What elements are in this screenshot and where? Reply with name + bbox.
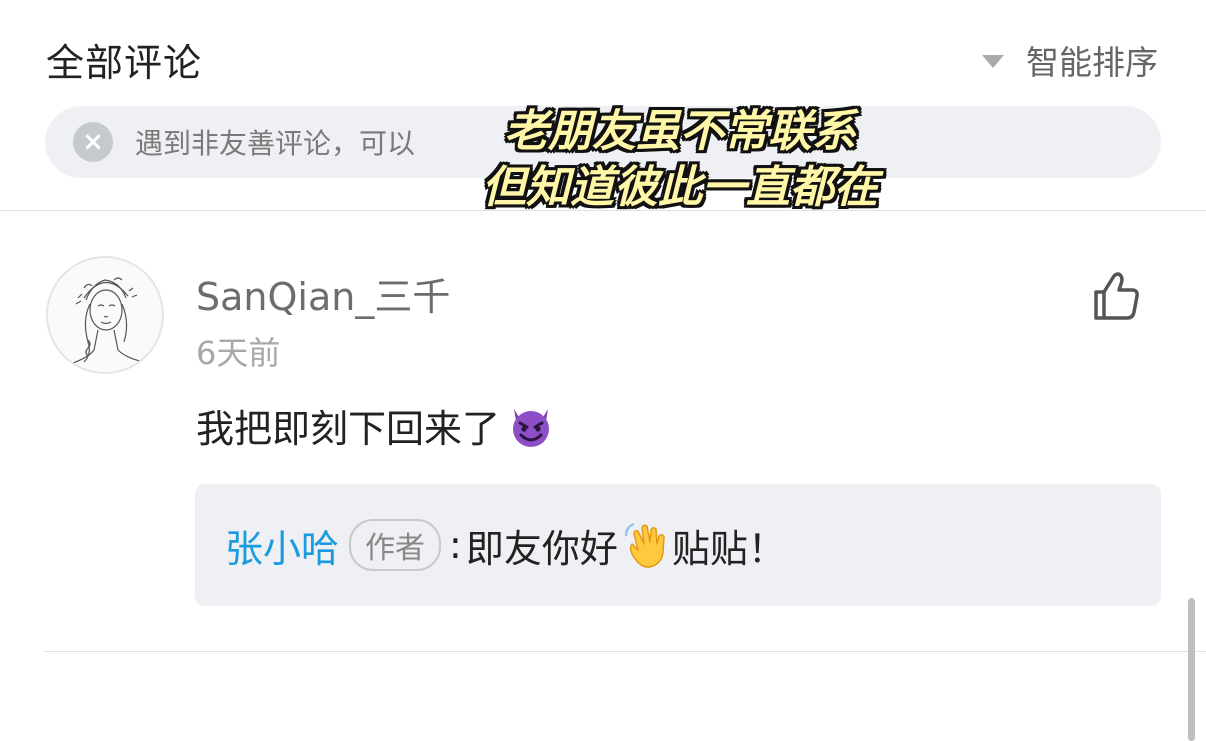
avatar[interactable] xyxy=(46,256,164,374)
waving-hand-icon xyxy=(624,523,665,568)
sort-label: 智能排序 xyxy=(1026,43,1158,82)
reply-text: 即友你好 xyxy=(465,526,618,571)
avatar-sketch-icon xyxy=(69,277,145,365)
comment-time: 6天前 xyxy=(196,334,281,372)
comments-title: 全部评论 xyxy=(46,41,203,85)
divider xyxy=(44,651,1206,652)
author-badge: 作者 xyxy=(349,519,442,571)
reply-colon: : xyxy=(449,523,462,567)
scrollbar[interactable] xyxy=(1188,598,1195,741)
unfriendly-comment-notice: × 遇到非友善评论，可以 xyxy=(45,106,1161,178)
reply-author-name[interactable]: 张小哈 xyxy=(225,518,339,573)
comments-page: 全部评论 智能排序 × 遇到非友善评论，可以 老朋友虽不常联系 但知道彼此一直都… xyxy=(0,0,1206,741)
caret-down-icon xyxy=(982,54,1004,68)
comment-username[interactable]: SanQian_三千 xyxy=(196,266,450,321)
like-thumbs-up-icon[interactable] xyxy=(1088,268,1144,324)
comments-header: 全部评论 智能排序 xyxy=(0,0,1206,106)
sort-dropdown[interactable]: 智能排序 xyxy=(982,36,1158,84)
smiling-devil-icon xyxy=(513,408,550,447)
divider xyxy=(0,210,1206,211)
close-icon[interactable]: × xyxy=(73,122,113,162)
reply-tail-text: 贴贴！ xyxy=(671,526,786,571)
notice-text: 遇到非友善评论，可以 xyxy=(135,127,416,160)
comment-text: 我把即刻下回来了 xyxy=(196,407,501,451)
comment-body: 我把即刻下回来了 xyxy=(196,398,556,453)
author-reply: 张小哈 作者 : 即友你好 贴贴！ xyxy=(195,484,1161,606)
